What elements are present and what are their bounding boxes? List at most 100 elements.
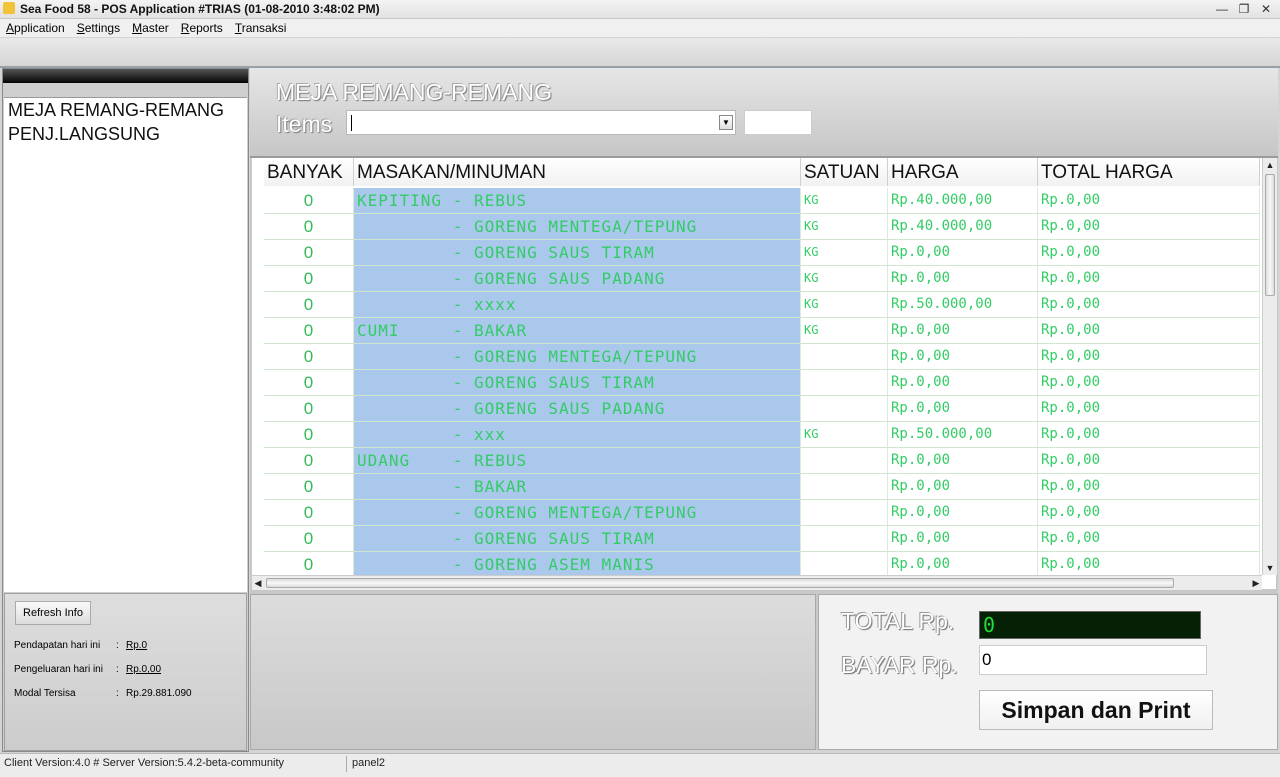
menu-application[interactable]: Application: [6, 19, 65, 37]
cell-masakan[interactable]: - GORENG MENTEGA/TEPUNG: [354, 214, 801, 239]
vertical-scroll-thumb[interactable]: [1265, 174, 1275, 296]
cell-satuan[interactable]: KG: [801, 422, 888, 447]
horizontal-scroll-thumb[interactable]: [266, 578, 1174, 588]
bayar-input[interactable]: 0: [979, 645, 1207, 675]
cell-total-harga[interactable]: Rp.0,00: [1038, 292, 1260, 317]
close-icon[interactable]: ✕: [1260, 0, 1272, 18]
refresh-info-button[interactable]: Refresh Info: [15, 601, 91, 625]
cell-masakan[interactable]: - GORENG MENTEGA/TEPUNG: [354, 500, 801, 525]
table-row[interactable]: 0 CUMI - BAKAR KG Rp.0,00 Rp.0,00: [264, 318, 1260, 344]
menu-master[interactable]: Master: [132, 19, 169, 37]
cell-total-harga[interactable]: Rp.0,00: [1038, 500, 1260, 525]
cell-harga[interactable]: Rp.0,00: [888, 396, 1038, 421]
cell-harga[interactable]: Rp.0,00: [888, 370, 1038, 395]
cell-satuan[interactable]: KG: [801, 292, 888, 317]
cell-total-harga[interactable]: Rp.0,00: [1038, 552, 1260, 577]
scroll-down-icon[interactable]: ▼: [1265, 562, 1275, 574]
cell-satuan[interactable]: [801, 370, 888, 395]
cell-banyak[interactable]: 0: [264, 422, 354, 447]
cell-masakan[interactable]: - xxx: [354, 422, 801, 447]
table-item-meja-remang[interactable]: MEJA REMANG-REMANG: [4, 98, 247, 122]
cell-banyak[interactable]: 0: [264, 474, 354, 499]
cell-total-harga[interactable]: Rp.0,00: [1038, 474, 1260, 499]
scroll-up-icon[interactable]: ▲: [1265, 159, 1275, 171]
vertical-scrollbar[interactable]: ▲ ▼: [1262, 158, 1277, 575]
cell-masakan[interactable]: - GORENG MENTEGA/TEPUNG: [354, 344, 801, 369]
cell-harga[interactable]: Rp.0,00: [888, 526, 1038, 551]
chevron-down-icon[interactable]: ▼: [719, 115, 733, 130]
cell-satuan[interactable]: [801, 474, 888, 499]
cell-satuan[interactable]: [801, 552, 888, 577]
cell-total-harga[interactable]: Rp.0,00: [1038, 422, 1260, 447]
cell-total-harga[interactable]: Rp.0,00: [1038, 448, 1260, 473]
table-row[interactable]: 0 UDANG - REBUS Rp.0,00 Rp.0,00: [264, 448, 1260, 474]
column-header-masakan[interactable]: MASAKAN/MINUMAN: [354, 158, 801, 186]
cell-total-harga[interactable]: Rp.0,00: [1038, 344, 1260, 369]
menu-settings[interactable]: Settings: [77, 19, 120, 37]
table-row[interactable]: 0 - GORENG MENTEGA/TEPUNG KG Rp.40.000,00 R…: [264, 214, 1260, 240]
table-row[interactable]: 0 - BAKAR Rp.0,00 Rp.0,00: [264, 474, 1260, 500]
restore-icon[interactable]: ❐: [1238, 0, 1250, 18]
cell-masakan[interactable]: CUMI - BAKAR: [354, 318, 801, 343]
table-row[interactable]: 0 - xxxx KG Rp.50.000,00 Rp.0,00: [264, 292, 1260, 318]
table-row[interactable]: 0 - GORENG SAUS TIRAM KG Rp.0,00 Rp.0,00: [264, 240, 1260, 266]
cell-masakan[interactable]: - BAKAR: [354, 474, 801, 499]
cell-total-harga[interactable]: Rp.0,00: [1038, 318, 1260, 343]
cell-satuan[interactable]: KG: [801, 240, 888, 265]
cell-satuan[interactable]: [801, 448, 888, 473]
cell-total-harga[interactable]: Rp.0,00: [1038, 214, 1260, 239]
cell-satuan[interactable]: KG: [801, 266, 888, 291]
cell-harga[interactable]: Rp.40.000,00: [888, 188, 1038, 213]
cell-total-harga[interactable]: Rp.0,00: [1038, 240, 1260, 265]
cell-harga[interactable]: Rp.0,00: [888, 240, 1038, 265]
cell-harga[interactable]: Rp.0,00: [888, 552, 1038, 577]
table-row[interactable]: 0 - GORENG SAUS TIRAM Rp.0,00 Rp.0,00: [264, 526, 1260, 552]
menu-reports[interactable]: Reports: [181, 19, 223, 37]
table-row[interactable]: 0 - GORENG SAUS PADANG KG Rp.0,00 Rp.0,00: [264, 266, 1260, 292]
cell-satuan[interactable]: KG: [801, 318, 888, 343]
cell-banyak[interactable]: 0: [264, 188, 354, 213]
column-header-harga[interactable]: HARGA: [888, 158, 1038, 186]
cell-masakan[interactable]: UDANG - REBUS: [354, 448, 801, 473]
cell-harga[interactable]: Rp.0,00: [888, 500, 1038, 525]
cell-masakan[interactable]: - GORENG ASEM MANIS: [354, 552, 801, 577]
cell-satuan[interactable]: [801, 526, 888, 551]
cell-harga[interactable]: Rp.0,00: [888, 318, 1038, 343]
cell-banyak[interactable]: 0: [264, 318, 354, 343]
cell-harga[interactable]: Rp.40.000,00: [888, 214, 1038, 239]
cell-banyak[interactable]: 0: [264, 370, 354, 395]
column-header-total-harga[interactable]: TOTAL HARGA: [1038, 158, 1260, 186]
table-item-penj-langsung[interactable]: PENJ.LANGSUNG: [4, 122, 247, 146]
cell-masakan[interactable]: - xxxx: [354, 292, 801, 317]
cell-banyak[interactable]: 0: [264, 240, 354, 265]
cell-satuan[interactable]: KG: [801, 214, 888, 239]
quantity-input[interactable]: [744, 110, 812, 135]
items-combobox[interactable]: ▼: [346, 110, 736, 135]
cell-harga[interactable]: Rp.50.000,00: [888, 422, 1038, 447]
cell-banyak[interactable]: 0: [264, 500, 354, 525]
cell-total-harga[interactable]: Rp.0,00: [1038, 396, 1260, 421]
cell-banyak[interactable]: 0: [264, 344, 354, 369]
table-row[interactable]: 0 - GORENG MENTEGA/TEPUNG Rp.0,00 Rp.0,00: [264, 344, 1260, 370]
cell-total-harga[interactable]: Rp.0,00: [1038, 526, 1260, 551]
cell-satuan[interactable]: [801, 344, 888, 369]
cell-banyak[interactable]: 0: [264, 552, 354, 577]
cell-banyak[interactable]: 0: [264, 396, 354, 421]
cell-banyak[interactable]: 0: [264, 266, 354, 291]
cell-harga[interactable]: Rp.50.000,00: [888, 292, 1038, 317]
cell-harga[interactable]: Rp.0,00: [888, 266, 1038, 291]
save-and-print-button[interactable]: Simpan dan Print: [979, 690, 1213, 730]
cell-masakan[interactable]: - GORENG SAUS PADANG: [354, 396, 801, 421]
menu-transaksi[interactable]: Transaksi: [235, 19, 287, 37]
cell-masakan[interactable]: KEPITING - REBUS: [354, 188, 801, 213]
table-row[interactable]: 0 - GORENG SAUS TIRAM Rp.0,00 Rp.0,00: [264, 370, 1260, 396]
cell-total-harga[interactable]: Rp.0,00: [1038, 188, 1260, 213]
cell-masakan[interactable]: - GORENG SAUS TIRAM: [354, 526, 801, 551]
cell-satuan[interactable]: KG: [801, 188, 888, 213]
cell-banyak[interactable]: 0: [264, 526, 354, 551]
cell-satuan[interactable]: [801, 396, 888, 421]
cell-total-harga[interactable]: Rp.0,00: [1038, 266, 1260, 291]
minimize-icon[interactable]: —: [1216, 0, 1228, 18]
cell-banyak[interactable]: 0: [264, 448, 354, 473]
cell-masakan[interactable]: - GORENG SAUS TIRAM: [354, 240, 801, 265]
